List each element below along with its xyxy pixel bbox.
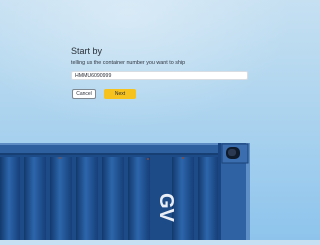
shipping-container-photo: GV (0, 143, 250, 240)
cancel-button[interactable]: Cancel (72, 89, 96, 99)
form-title: Start by (71, 46, 103, 56)
form-subtitle: telling us the container number you want… (71, 60, 186, 66)
container-number-input[interactable] (71, 71, 248, 80)
next-button[interactable]: Next (104, 89, 136, 99)
container-marking-text: GV (155, 193, 177, 222)
